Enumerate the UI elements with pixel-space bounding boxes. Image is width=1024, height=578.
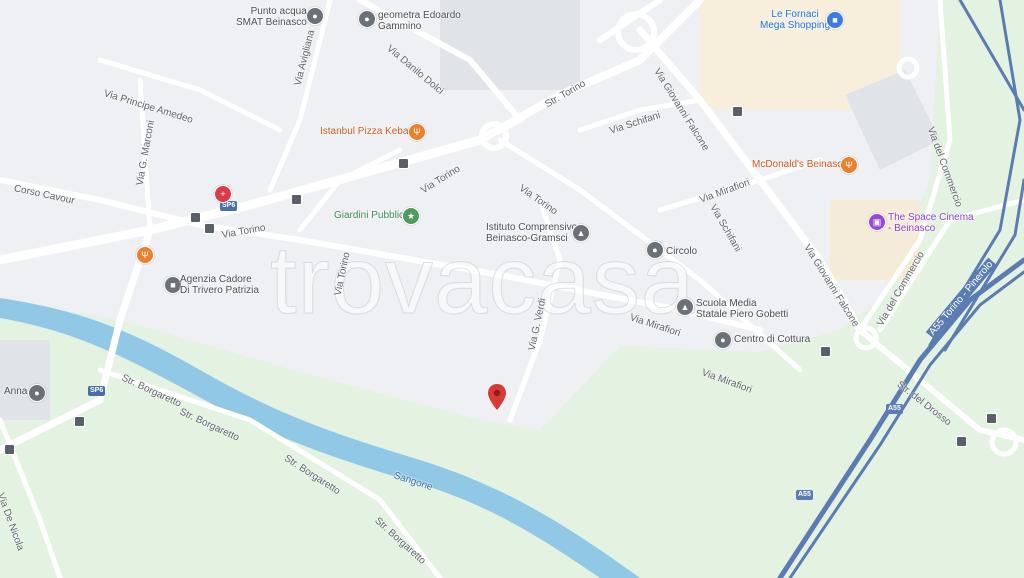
bus-stop-icon[interactable] <box>4 444 15 455</box>
road-shield: A55 <box>886 404 903 414</box>
community-icon[interactable]: ● <box>646 241 664 259</box>
location-pin-icon[interactable] <box>488 384 506 410</box>
bus-stop-icon[interactable] <box>398 158 409 169</box>
pharmacy-icon[interactable]: + <box>214 185 232 203</box>
bus-stop-icon[interactable] <box>956 436 967 447</box>
bus-stop-icon[interactable] <box>291 194 302 205</box>
poi-label[interactable]: Scuola Media Statale Piero Gobetti <box>696 298 788 320</box>
cinema-icon[interactable]: ▣ <box>868 213 886 231</box>
bus-stop-icon[interactable] <box>74 416 85 427</box>
poi-label[interactable]: Anna <box>4 386 27 397</box>
road-shield: SP6 <box>88 386 106 396</box>
bus-stop-icon[interactable] <box>190 212 201 223</box>
bus-stop-icon[interactable] <box>820 346 831 357</box>
park-icon[interactable]: ★ <box>402 207 420 225</box>
map-canvas[interactable]: trovacasa Via Principe Amedeo Via G. Mar… <box>0 0 1024 578</box>
bus-stop-icon[interactable] <box>204 223 215 234</box>
poi-label[interactable]: Circolo <box>666 246 697 257</box>
school-icon[interactable]: ▲ <box>676 298 694 316</box>
building-block <box>440 0 580 90</box>
poi-label[interactable]: Giardini Pubblici <box>334 210 406 221</box>
building-block <box>0 340 50 420</box>
poi-label[interactable]: Centro di Cottura <box>734 334 810 345</box>
shopping-bag-icon[interactable]: ■ <box>826 11 844 29</box>
poi-label[interactable]: Le Fornaci Mega Shopping <box>760 9 830 31</box>
poi-label[interactable]: Istanbul Pizza Kebap <box>320 126 414 137</box>
water-tap-icon[interactable]: ● <box>306 7 324 25</box>
restaurant-icon[interactable]: Ψ <box>408 123 426 141</box>
bus-stop-icon[interactable] <box>986 413 997 424</box>
road-shield: A55 <box>796 490 813 500</box>
school-icon[interactable]: ▲ <box>572 224 590 242</box>
poi-label[interactable]: Agenzia Cadore Di Trivero Patrizia <box>180 274 259 296</box>
business-icon[interactable]: ● <box>358 10 376 28</box>
bus-stop-icon[interactable] <box>732 106 743 117</box>
poi-label[interactable]: geometra Edoardo Gammino <box>378 10 461 32</box>
poi-label[interactable]: McDonald's Beinasco <box>752 159 848 170</box>
business-icon[interactable]: ● <box>28 384 46 402</box>
map-base-layer <box>0 0 1024 578</box>
restaurant-icon[interactable]: Ψ <box>136 246 154 264</box>
fast-food-icon[interactable]: Ψ <box>840 156 858 174</box>
poi-label[interactable]: Punto acqua SMAT Beinasco <box>236 6 307 28</box>
business-icon[interactable]: ● <box>714 331 732 349</box>
poi-label[interactable]: The Space Cinema - Beinasco <box>888 212 974 234</box>
poi-label[interactable]: Istituto Comprensivo Beinasco-Gramsci <box>486 222 577 244</box>
